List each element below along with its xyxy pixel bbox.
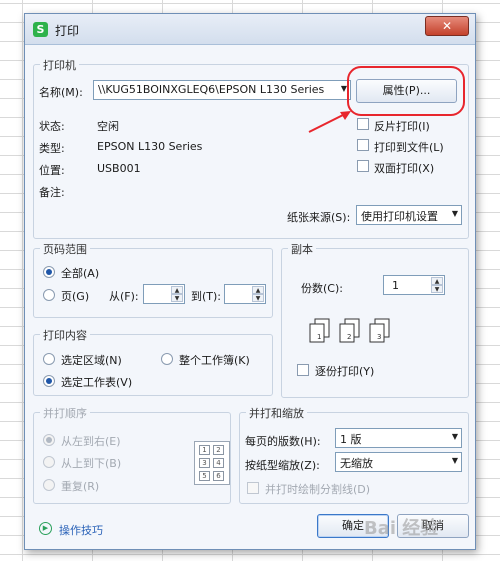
title-bar: S 打印 ✕ bbox=[25, 14, 475, 45]
svg-text:2: 2 bbox=[347, 333, 351, 341]
grid-cell-4: 4 bbox=[213, 458, 224, 468]
status-value: 空闲 bbox=[97, 120, 119, 133]
copies-count-value: 1 bbox=[392, 279, 399, 292]
scaling-group-title: 并打和缩放 bbox=[246, 405, 307, 421]
page-range-pages-radio[interactable] bbox=[43, 289, 55, 301]
selection-radio[interactable] bbox=[43, 353, 55, 365]
type-label: 类型: bbox=[39, 142, 65, 155]
page-range-pages-label[interactable]: 页(G) bbox=[61, 288, 89, 304]
draw-borders-checkbox[interactable] bbox=[247, 482, 259, 494]
spin-up-icon[interactable]: ▲ bbox=[171, 286, 183, 294]
location-value: USB001 bbox=[97, 162, 141, 175]
printer-name-value: \\KUG51BOINXGLEQ6\EPSON L130 Series bbox=[98, 83, 325, 96]
chevron-down-icon: ▼ bbox=[451, 209, 458, 218]
print-to-file-checkbox[interactable] bbox=[357, 139, 369, 151]
copies-group-title: 副本 bbox=[288, 241, 316, 257]
selection-label[interactable]: 选定区域(N) bbox=[61, 352, 122, 368]
spin-down-icon[interactable]: ▼ bbox=[431, 285, 443, 293]
paper-source-select[interactable]: 使用打印机设置 ▼ bbox=[356, 205, 462, 225]
page-range-all-radio[interactable] bbox=[43, 266, 55, 278]
to-label: 到(T): bbox=[191, 290, 222, 303]
collate-label[interactable]: 逐份打印(Y) bbox=[315, 363, 374, 379]
left-to-right-radio[interactable] bbox=[43, 434, 55, 446]
close-button[interactable]: ✕ bbox=[425, 16, 469, 36]
reverse-print-checkbox[interactable] bbox=[357, 118, 369, 130]
tips-link[interactable]: 操作技巧 bbox=[59, 522, 103, 538]
spin-up-icon[interactable]: ▲ bbox=[431, 277, 443, 285]
chevron-down-icon: ▼ bbox=[451, 432, 458, 441]
page-range-all-label[interactable]: 全部(A) bbox=[61, 265, 99, 281]
scale-to-paper-value: 无缩放 bbox=[340, 457, 373, 470]
collate-checkbox[interactable] bbox=[297, 364, 309, 376]
page-order-grid-icon: 1 2 3 4 5 6 bbox=[194, 441, 230, 485]
baidu-watermark-logo: Bai 经验 bbox=[364, 518, 439, 539]
scale-to-paper-label: 按纸型缩放(Z): bbox=[245, 459, 320, 472]
draw-borders-label[interactable]: 并打时绘制分割线(D) bbox=[265, 481, 370, 497]
print-content-group-title: 打印内容 bbox=[40, 327, 90, 343]
highlight-ellipse-annotation bbox=[347, 66, 465, 116]
reverse-print-label[interactable]: 反片打印(I) bbox=[374, 118, 430, 134]
printer-name-label: 名称(M): bbox=[39, 86, 83, 99]
entire-workbook-radio[interactable] bbox=[161, 353, 173, 365]
entire-workbook-label[interactable]: 整个工作簿(K) bbox=[179, 352, 250, 368]
left-to-right-label[interactable]: 从左到右(E) bbox=[61, 433, 121, 449]
collate-page-stack-icon: 3 bbox=[369, 318, 390, 343]
scale-to-paper-select[interactable]: 无缩放 ▼ bbox=[335, 452, 462, 472]
spin-down-icon[interactable]: ▼ bbox=[252, 294, 264, 302]
duplex-print-checkbox[interactable] bbox=[357, 160, 369, 172]
annotation-arrow-icon bbox=[308, 111, 351, 133]
spin-down-icon[interactable]: ▼ bbox=[171, 294, 183, 302]
spin-up-icon[interactable]: ▲ bbox=[252, 286, 264, 294]
svg-text:3: 3 bbox=[377, 333, 381, 341]
pages-per-sheet-label: 每页的版数(H): bbox=[245, 435, 321, 448]
wps-app-icon: S bbox=[33, 22, 48, 37]
page-range-group-title: 页码范围 bbox=[40, 241, 90, 257]
chevron-down-icon: ▼ bbox=[451, 456, 458, 465]
dialog-title: 打印 bbox=[55, 24, 80, 38]
top-to-bottom-radio[interactable] bbox=[43, 456, 55, 468]
duplex-print-label[interactable]: 双面打印(X) bbox=[374, 160, 434, 176]
from-label: 从(F): bbox=[109, 290, 139, 303]
repeat-label[interactable]: 重复(R) bbox=[61, 478, 99, 494]
grid-cell-3: 3 bbox=[199, 458, 210, 468]
paper-source-label: 纸张来源(S): bbox=[287, 211, 351, 224]
copies-count-label: 份数(C): bbox=[301, 282, 343, 295]
print-dialog: S 打印 ✕ 打印机 名称(M): \\KUG51BOINXGLEQ6\EPSO… bbox=[24, 13, 476, 550]
grid-cell-2: 2 bbox=[213, 445, 224, 455]
grid-cell-1: 1 bbox=[199, 445, 210, 455]
printer-name-select[interactable]: \\KUG51BOINXGLEQ6\EPSON L130 Series ▼ bbox=[93, 80, 351, 100]
status-label: 状态: bbox=[39, 120, 65, 133]
copies-count-input[interactable]: 1 ▲ ▼ bbox=[383, 275, 445, 295]
to-page-input[interactable]: ▲ ▼ bbox=[224, 284, 266, 304]
collate-order-group-title: 并打顺序 bbox=[40, 405, 90, 421]
selected-sheet-radio[interactable] bbox=[43, 375, 55, 387]
paper-source-value: 使用打印机设置 bbox=[361, 210, 438, 223]
pages-per-sheet-select[interactable]: 1 版 ▼ bbox=[335, 428, 462, 448]
collate-page-stack-icon: 1 bbox=[309, 318, 330, 343]
print-to-file-label[interactable]: 打印到文件(L) bbox=[374, 139, 444, 155]
repeat-radio[interactable] bbox=[43, 479, 55, 491]
collate-page-stack-icon: 2 bbox=[339, 318, 360, 343]
svg-text:1: 1 bbox=[317, 333, 321, 341]
grid-cell-6: 6 bbox=[213, 471, 224, 481]
selected-sheet-label[interactable]: 选定工作表(V) bbox=[61, 374, 132, 390]
location-label: 位置: bbox=[39, 164, 65, 177]
from-page-input[interactable]: ▲ ▼ bbox=[143, 284, 185, 304]
play-circle-icon[interactable]: ▶ bbox=[39, 522, 52, 535]
grid-cell-5: 5 bbox=[199, 471, 210, 481]
page-range-group: 页码范围 bbox=[33, 241, 273, 318]
type-value: EPSON L130 Series bbox=[97, 140, 203, 153]
top-to-bottom-label[interactable]: 从上到下(B) bbox=[61, 455, 121, 471]
pages-per-sheet-value: 1 版 bbox=[340, 433, 362, 446]
comment-label: 备注: bbox=[39, 186, 65, 199]
printer-group-title: 打印机 bbox=[40, 57, 79, 73]
